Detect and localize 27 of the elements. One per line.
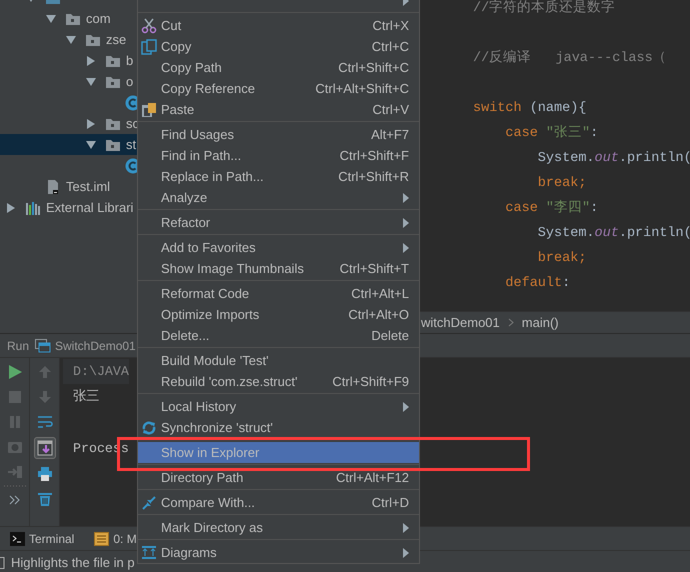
console-line: 张三 bbox=[72, 388, 100, 406]
shortcut: Delete bbox=[371, 328, 409, 343]
shortcut: Ctrl+Shift+T bbox=[340, 261, 409, 276]
shortcut: Ctrl+Shift+R bbox=[338, 169, 409, 184]
status-text: Highlights the file in p bbox=[11, 555, 135, 570]
shortcut: Ctrl+Alt+O bbox=[348, 307, 409, 322]
code-line: System.out.println( bbox=[536, 150, 690, 168]
code-line: switch (name){ bbox=[473, 100, 588, 118]
shortcut: Ctrl+Shift+F9 bbox=[332, 374, 409, 389]
panel-title: Run bbox=[7, 338, 30, 352]
code-line: case "李四": bbox=[504, 199, 600, 218]
shortcut: Ctrl+C bbox=[372, 39, 409, 54]
shortcut: Ctrl+X bbox=[372, 18, 409, 33]
shortcut: Ctrl+Shift+C bbox=[338, 60, 409, 75]
shortcut: Ctrl+Alt+L bbox=[351, 286, 409, 301]
code-line: default: bbox=[504, 275, 572, 293]
shortcut: Ctrl+Alt+Shift+C bbox=[315, 81, 409, 96]
shortcut: Ctrl+Shift+F bbox=[340, 148, 409, 163]
shortcut: Alt+F7 bbox=[371, 127, 409, 142]
shortcut: Ctrl+Alt+F12 bbox=[336, 470, 409, 485]
code-line: break; bbox=[536, 175, 588, 193]
shortcut: Ctrl+V bbox=[372, 102, 409, 117]
code-line: break; bbox=[536, 250, 588, 268]
shortcut: Ctrl+D bbox=[372, 495, 409, 510]
code-line: System.out.println( bbox=[536, 225, 690, 243]
code-line: case "张三": bbox=[504, 124, 600, 143]
code-line: //反编译 java---class（ bbox=[473, 48, 668, 68]
